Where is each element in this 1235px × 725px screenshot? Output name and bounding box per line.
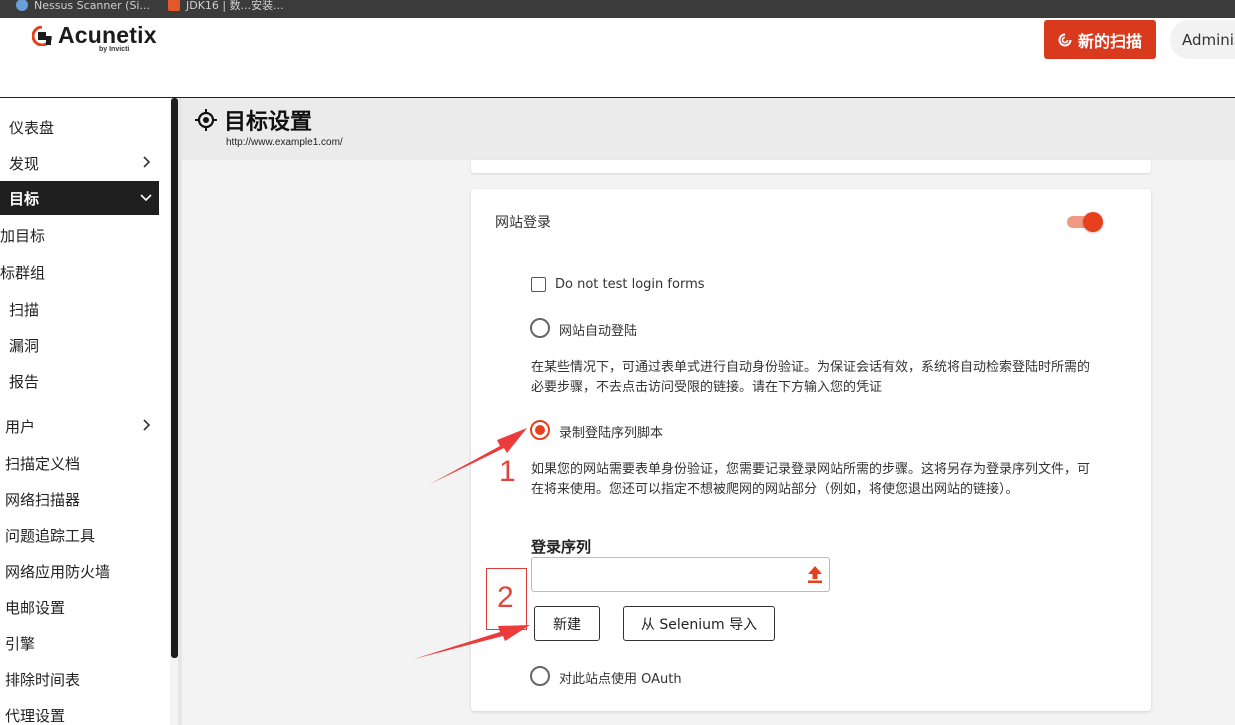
site-login-title: 网站登录 <box>495 215 551 231</box>
chevron-right-icon <box>143 419 151 431</box>
record-login-sequence-description: 如果您的网站需要表单身份验证，您需要记录登录网站所需的步骤。这将另存为登录序列文… <box>531 462 1091 497</box>
do-not-test-login-forms-label[interactable]: Do not test login forms <box>555 277 705 292</box>
user-name: Administrator <box>1182 30 1235 49</box>
auto-login-description: 在某些情况下，可通过表单式进行自动身份验证。为保证会话有效，系统将自动检索登陆时… <box>531 360 1091 395</box>
sidebar-item-email-settings[interactable]: 电邮设置 <box>0 590 159 624</box>
target-icon <box>195 109 217 131</box>
sidebar-item-engines[interactable]: 引擎 <box>0 626 159 660</box>
annotation-number-1: 1 <box>499 455 516 488</box>
do-not-test-login-forms-checkbox[interactable] <box>531 277 546 292</box>
acunetix-logo[interactable]: Acunetix <box>32 22 157 49</box>
sidebar-item-dashboard[interactable]: 仪表盘 <box>0 110 159 144</box>
new-scan-button[interactable]: 新的扫描 <box>1044 20 1156 59</box>
sidebar-item-add-target[interactable]: 加目标 <box>0 218 159 252</box>
sidebar-item-label: 加目标 <box>0 226 46 245</box>
oauth-label[interactable]: 对此站点使用 OAuth <box>559 668 682 687</box>
sidebar-scrollbar[interactable] <box>171 98 178 658</box>
sidebar-item-label: 用户 <box>5 417 36 436</box>
sidebar-item-label: 扫描定义档 <box>5 454 81 473</box>
browser-tab-label: JDK16 | 数...安装... <box>186 0 284 12</box>
sidebar-item-issue-trackers[interactable]: 问题追踪工具 <box>0 518 159 552</box>
sidebar-item-excluded-hours[interactable]: 排除时间表 <box>0 662 159 696</box>
logo-subtitle: by Invicti <box>99 46 130 53</box>
target-url: http://www.example1.com/ <box>226 137 343 148</box>
sidebar-item-network-scanner[interactable]: 网络扫描器 <box>0 482 159 516</box>
sidebar-item-label: 扫描 <box>9 300 40 319</box>
user-menu[interactable]: Administrator <box>1170 20 1235 59</box>
sidebar-item-label: 仪表盘 <box>9 118 55 137</box>
sidebar-item-label: 发现 <box>9 154 40 173</box>
annotation-number-2: 2 <box>497 581 514 614</box>
record-login-sequence-label[interactable]: 录制登陆序列脚本 <box>559 422 663 441</box>
browser-tab-jdk[interactable]: JDK16 | 数...安装... <box>168 0 284 14</box>
acunetix-logo-icon <box>32 25 52 46</box>
sidebar-item-label: 引擎 <box>5 634 36 653</box>
site-login-toggle[interactable] <box>1067 212 1103 232</box>
sidebar-item-label: 标群组 <box>0 263 46 282</box>
sidebar-item-scans[interactable]: 扫描 <box>0 292 159 326</box>
browser-tab-label: Nessus Scanner (Si... <box>34 0 150 12</box>
new-login-sequence-button[interactable]: 新建 <box>534 606 600 641</box>
sidebar-scroll-track <box>178 98 182 725</box>
import-from-selenium-button[interactable]: 从 Selenium 导入 <box>623 606 775 641</box>
sidebar-item-scan-profiles[interactable]: 扫描定义档 <box>0 446 159 480</box>
jdk-favicon-icon <box>168 0 180 11</box>
sidebar-item-label: 代理设置 <box>5 706 66 725</box>
auto-login-radio[interactable] <box>530 318 550 338</box>
record-login-sequence-radio[interactable] <box>530 420 550 440</box>
sidebar-item-label: 排除时间表 <box>5 670 81 689</box>
page-title: 目标设置 <box>224 110 313 135</box>
new-button-label: 新建 <box>553 616 581 633</box>
sidebar-item-target-groups[interactable]: 标群组 <box>0 255 159 289</box>
sidebar-item-discovery[interactable]: 发现 <box>0 146 159 180</box>
chevron-right-icon <box>143 156 151 168</box>
oauth-radio[interactable] <box>530 666 550 686</box>
nessus-favicon-icon <box>16 0 28 11</box>
sidebar-item-label: 目标 <box>9 189 40 208</box>
login-sequence-file-input[interactable] <box>531 557 830 592</box>
upload-icon[interactable] <box>806 564 824 584</box>
sidebar-item-label: 问题追踪工具 <box>5 526 96 545</box>
page-header <box>182 98 1235 160</box>
chevron-down-icon <box>140 194 152 202</box>
previous-settings-card <box>471 160 1151 173</box>
sidebar-item-label: 网络应用防火墙 <box>5 562 111 581</box>
sidebar-item-label: 网络扫描器 <box>5 490 81 509</box>
logo-text: Acunetix <box>58 22 157 48</box>
import-button-label: 从 Selenium 导入 <box>640 616 758 633</box>
sidebar-item-label: 报告 <box>9 372 40 391</box>
browser-tab-nessus[interactable]: Nessus Scanner (Si... <box>16 0 150 14</box>
sidebar-item-targets[interactable]: 目标 <box>0 181 159 215</box>
sidebar-item-label: 电邮设置 <box>5 598 66 617</box>
toggle-knob <box>1083 212 1103 232</box>
sidebar-item-waf[interactable]: 网络应用防火墙 <box>0 554 159 588</box>
browser-tab-strip: Nessus Scanner (Si... JDK16 | 数...安装... <box>0 0 1235 18</box>
new-scan-label: 新的扫描 <box>1077 31 1142 51</box>
sidebar-item-label: 漏洞 <box>9 336 40 355</box>
login-sequence-label: 登录序列 <box>531 538 592 556</box>
sidebar-item-reports[interactable]: 报告 <box>0 364 159 398</box>
auto-login-label[interactable]: 网站自动登陆 <box>559 320 637 339</box>
sidebar-item-vulnerabilities[interactable]: 漏洞 <box>0 328 159 362</box>
sidebar-item-proxy-settings[interactable]: 代理设置 <box>0 698 159 725</box>
scan-icon <box>1058 33 1072 46</box>
sidebar-item-users[interactable]: 用户 <box>0 409 159 443</box>
